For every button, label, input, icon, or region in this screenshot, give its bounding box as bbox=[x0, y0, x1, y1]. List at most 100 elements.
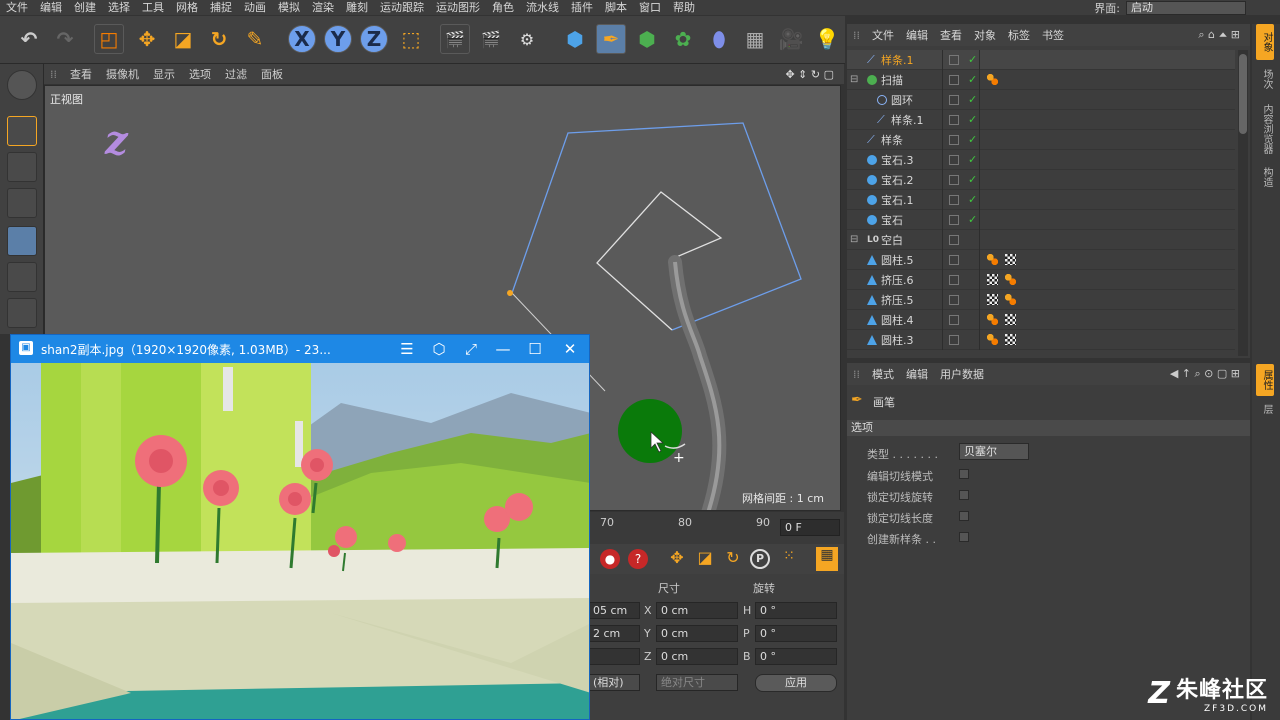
option-checkbox[interactable] bbox=[959, 532, 969, 542]
edges-mode-icon[interactable] bbox=[7, 262, 37, 292]
layer-checkbox[interactable] bbox=[949, 75, 959, 85]
x-axis-lock-icon[interactable]: X bbox=[288, 25, 316, 53]
rot-b-field[interactable]: 0 ° bbox=[755, 648, 837, 665]
end-frame-field[interactable]: 0 F bbox=[780, 519, 840, 536]
render-settings-icon[interactable]: ⚙ bbox=[512, 24, 542, 54]
expand-icon[interactable]: ⊟ bbox=[850, 74, 858, 85]
layer-checkbox[interactable] bbox=[949, 295, 959, 305]
menu-item[interactable]: 渲染 bbox=[306, 1, 340, 15]
texture-tag-icon[interactable] bbox=[987, 294, 998, 305]
key-position-icon[interactable]: ✥ bbox=[666, 548, 688, 570]
object-row[interactable]: ⟋ 样条.1 ✓ bbox=[847, 50, 1235, 70]
menu-item[interactable]: 文件 bbox=[0, 1, 34, 15]
deformer-icon[interactable]: ⬮ bbox=[704, 24, 734, 54]
cube-primitive-icon[interactable]: ⬢ bbox=[560, 24, 590, 54]
layer-checkbox[interactable] bbox=[949, 115, 959, 125]
enabled-check-icon[interactable]: ✓ bbox=[968, 73, 977, 86]
object-menu-item[interactable]: 书签 bbox=[1036, 27, 1070, 43]
menu-item[interactable]: 创建 bbox=[68, 1, 102, 15]
menu-item[interactable]: 动画 bbox=[238, 1, 272, 15]
attribute-menu-item[interactable]: 用户数据 bbox=[934, 366, 990, 382]
interface-dropdown[interactable]: 启动 bbox=[1126, 1, 1246, 15]
pin-icon[interactable]: ⬡ bbox=[429, 340, 449, 358]
tab-objects[interactable]: 对象 bbox=[1256, 24, 1274, 60]
rot-h-field[interactable]: 0 ° bbox=[755, 602, 837, 619]
cloner-icon[interactable]: ✿ bbox=[668, 24, 698, 54]
enabled-check-icon[interactable]: ✓ bbox=[968, 113, 977, 126]
enabled-check-icon[interactable]: ✓ bbox=[968, 173, 977, 186]
undo-icon[interactable]: ↶ bbox=[14, 24, 44, 54]
y-axis-lock-icon[interactable]: Y bbox=[324, 25, 352, 53]
texture-tag-icon[interactable] bbox=[1005, 334, 1016, 345]
pos-x-field[interactable]: 05 cm bbox=[588, 602, 640, 619]
render-picture-viewer-icon[interactable]: 🎬 bbox=[476, 24, 506, 54]
option-checkbox[interactable] bbox=[959, 511, 969, 521]
maximize-icon[interactable]: ☐ bbox=[525, 340, 545, 358]
timeline[interactable]: 70 80 90 0 F bbox=[588, 512, 844, 544]
menu-icon[interactable]: ☰ bbox=[397, 340, 417, 358]
object-row[interactable]: 圆柱.3 bbox=[847, 330, 1235, 350]
menu-item[interactable]: 网格 bbox=[170, 1, 204, 15]
redo-icon[interactable]: ↷ bbox=[50, 24, 80, 54]
texture-tag-icon[interactable] bbox=[1005, 254, 1016, 265]
texture-mode-icon[interactable] bbox=[7, 152, 37, 182]
object-row[interactable]: ⟋ 样条.1 ✓ bbox=[847, 110, 1235, 130]
record-key-icon[interactable]: ● bbox=[600, 549, 620, 569]
menu-item[interactable]: 帮助 bbox=[667, 1, 701, 15]
tab-layers[interactable]: 层 bbox=[1256, 398, 1274, 420]
material-tag-icon[interactable] bbox=[1005, 294, 1016, 305]
object-row[interactable]: 圆柱.5 bbox=[847, 250, 1235, 270]
floor-icon[interactable]: ▦ bbox=[740, 24, 770, 54]
pen-spline-icon[interactable]: ✒ bbox=[596, 24, 626, 54]
material-tag-icon[interactable] bbox=[987, 254, 998, 265]
back-forward-icon[interactable]: ◀ ↑ ⌕ ⊙ ▢ ⊞ bbox=[1170, 367, 1240, 381]
key-rotation-icon[interactable]: ↻ bbox=[722, 548, 744, 570]
object-row[interactable]: 圆柱.4 bbox=[847, 310, 1235, 330]
object-row[interactable]: 宝石.2 ✓ bbox=[847, 170, 1235, 190]
options-section[interactable]: 选项 bbox=[847, 420, 1250, 436]
enabled-check-icon[interactable]: ✓ bbox=[968, 193, 977, 206]
layer-checkbox[interactable] bbox=[949, 275, 959, 285]
size-mode-dropdown[interactable]: 绝对尺寸 bbox=[656, 674, 738, 691]
layer-checkbox[interactable] bbox=[949, 55, 959, 65]
menu-item[interactable]: 雕刻 bbox=[340, 1, 374, 15]
viewport-navigation-icon[interactable]: ✥ ⇕ ↻ ▢ bbox=[785, 68, 834, 81]
texture-tag-icon[interactable] bbox=[987, 274, 998, 285]
search-icon[interactable]: ⌕ ⌂ ⏶ ⊞ bbox=[1198, 28, 1240, 42]
layer-checkbox[interactable] bbox=[949, 255, 959, 265]
render-view-icon[interactable]: 🎬 bbox=[440, 24, 470, 54]
enabled-check-icon[interactable]: ✓ bbox=[968, 213, 977, 226]
object-menu-item[interactable]: 文件 bbox=[866, 27, 900, 43]
menu-item[interactable]: 选择 bbox=[102, 1, 136, 15]
type-dropdown[interactable]: 贝塞尔 bbox=[959, 443, 1029, 460]
object-menu-item[interactable]: 对象 bbox=[968, 27, 1002, 43]
size-z-field[interactable]: 0 cm bbox=[656, 648, 738, 665]
layer-checkbox[interactable] bbox=[949, 175, 959, 185]
menu-item[interactable]: 运动图形 bbox=[430, 1, 486, 15]
menu-item[interactable]: 流水线 bbox=[520, 1, 565, 15]
close-icon[interactable]: ✕ bbox=[560, 340, 580, 358]
object-row[interactable]: 宝石.1 ✓ bbox=[847, 190, 1235, 210]
model-mode-icon[interactable] bbox=[7, 116, 37, 146]
object-row[interactable]: 挤压.6 bbox=[847, 270, 1235, 290]
key-pla-icon[interactable]: ⁙ bbox=[778, 548, 800, 570]
menu-item[interactable]: 窗口 bbox=[633, 1, 667, 15]
size-x-field[interactable]: 0 cm bbox=[656, 602, 738, 619]
key-scale-icon[interactable]: ◪ bbox=[694, 548, 716, 570]
pos-y-field[interactable]: 2 cm bbox=[588, 625, 640, 642]
menu-item[interactable]: 编辑 bbox=[34, 1, 68, 15]
attribute-menu-item[interactable]: 模式 bbox=[866, 366, 900, 382]
expand-icon[interactable]: ⊟ bbox=[850, 234, 858, 245]
layer-checkbox[interactable] bbox=[949, 235, 959, 245]
tab-content-browser[interactable]: 内容浏览器 bbox=[1256, 98, 1274, 160]
viewport-menu-item[interactable]: 查看 bbox=[63, 66, 99, 82]
menu-item[interactable]: 脚本 bbox=[599, 1, 633, 15]
menu-item[interactable]: 插件 bbox=[565, 1, 599, 15]
image-viewer-titlebar[interactable]: ▣ shan2副本.jpg（1920×1920像素, 1.03MB）- 23..… bbox=[11, 335, 589, 363]
workplane-mode-icon[interactable] bbox=[7, 188, 37, 218]
enabled-check-icon[interactable]: ✓ bbox=[968, 153, 977, 166]
live-selection-icon[interactable]: ◰ bbox=[94, 24, 124, 54]
recent-tool-icon[interactable]: ✎ bbox=[240, 24, 270, 54]
attribute-menu-item[interactable]: 编辑 bbox=[900, 366, 934, 382]
polygons-mode-icon[interactable] bbox=[7, 298, 37, 328]
